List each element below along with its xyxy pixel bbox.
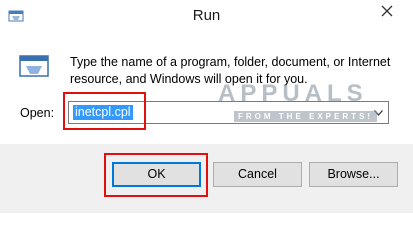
cancel-button[interactable]: Cancel bbox=[213, 162, 302, 187]
close-icon bbox=[381, 4, 393, 22]
ok-highlight-box bbox=[104, 153, 208, 197]
close-button[interactable] bbox=[365, 0, 409, 26]
watermark: APPUALS FROM THE EXPERTS! bbox=[218, 80, 378, 128]
open-label: Open: bbox=[20, 106, 55, 120]
input-highlight-box bbox=[63, 92, 146, 130]
run-icon bbox=[18, 50, 50, 82]
watermark-logo: APPUALS bbox=[218, 80, 368, 107]
window-title: Run bbox=[192, 7, 221, 24]
title-bar[interactable]: Run bbox=[0, 0, 413, 32]
watermark-tagline: FROM THE EXPERTS! bbox=[234, 111, 378, 122]
browse-button[interactable]: Browse... bbox=[309, 162, 398, 187]
run-dialog: Run Type the name of a program, folder, … bbox=[0, 0, 413, 213]
